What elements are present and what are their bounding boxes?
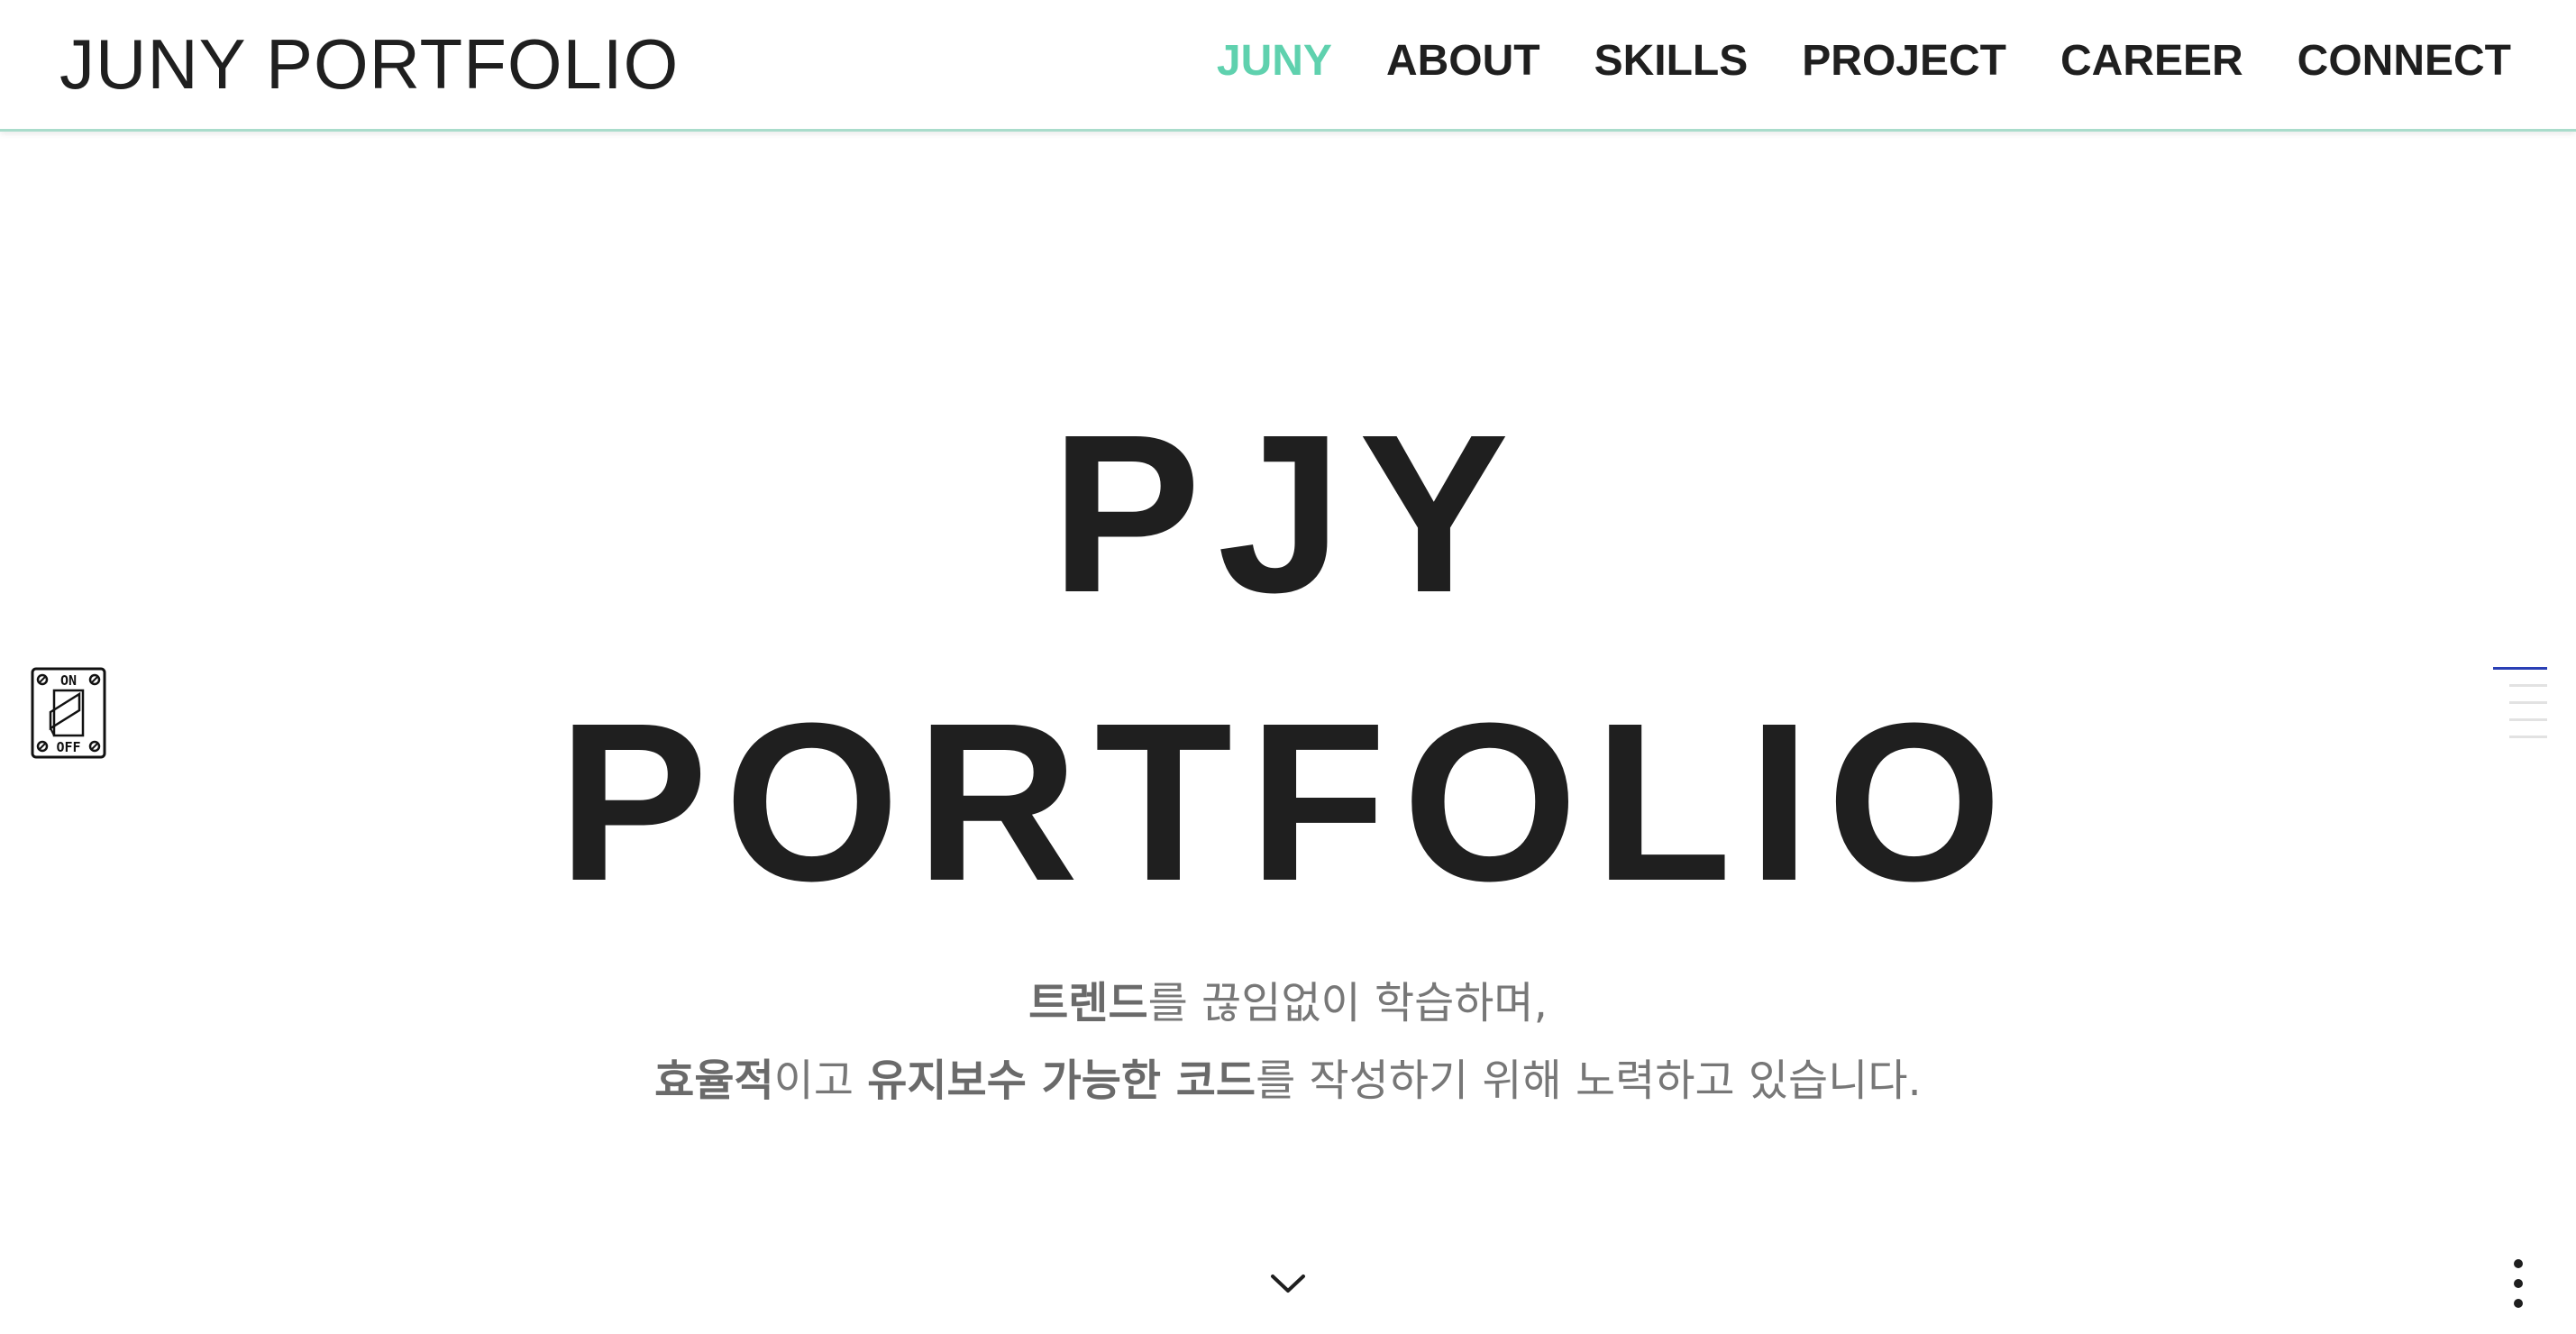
nav-item-career[interactable]: CAREER xyxy=(2060,34,2243,88)
hero-subtitle-line-2: 효율적이고 유지보수 가능한 코드를 작성하기 위해 노력하고 있습니다. xyxy=(0,1042,2576,1119)
hero-title-line-1: PJY xyxy=(1050,388,1526,639)
kebab-menu-icon[interactable] xyxy=(2507,1256,2529,1311)
highlight-efficient: 효율적 xyxy=(654,1055,774,1106)
nav-item-skills[interactable]: SKILLS xyxy=(1594,34,1749,88)
nav-item-connect[interactable]: CONNECT xyxy=(2297,34,2511,88)
nav-item-about[interactable]: ABOUT xyxy=(1386,34,1540,88)
hero-title: PJY PORTFOLIO xyxy=(0,370,2576,946)
site-header: JUNY PORTFOLIO JUNY ABOUT SKILLS PROJECT… xyxy=(0,0,2576,132)
chevron-down-icon[interactable] xyxy=(1265,1265,1311,1302)
subtitle-text: 를 끊임없이 학습하며, xyxy=(1147,978,1548,1028)
nav-item-juny[interactable]: JUNY xyxy=(1217,34,1332,88)
hero-subtitle: 트렌드를 끊임없이 학습하며, 효율적이고 유지보수 가능한 코드를 작성하기 … xyxy=(0,964,2576,1119)
highlight-trend: 트렌드 xyxy=(1028,978,1148,1028)
hero-title-line-2: PORTFOLIO xyxy=(557,676,2019,927)
highlight-maintainable: 유지보수 가능한 코드 xyxy=(867,1055,1256,1106)
subtitle-text: 이고 xyxy=(773,1055,868,1106)
nav-item-project[interactable]: PROJECT xyxy=(1802,34,2006,88)
subtitle-text: 를 작성하기 위해 노력하고 있습니다. xyxy=(1256,1055,1922,1106)
site-logo[interactable]: JUNY PORTFOLIO xyxy=(59,23,679,105)
hero-subtitle-line-1: 트렌드를 끊임없이 학습하며, xyxy=(0,964,2576,1042)
main-nav: JUNY ABOUT SKILLS PROJECT CAREER CONNECT xyxy=(1217,34,2511,88)
